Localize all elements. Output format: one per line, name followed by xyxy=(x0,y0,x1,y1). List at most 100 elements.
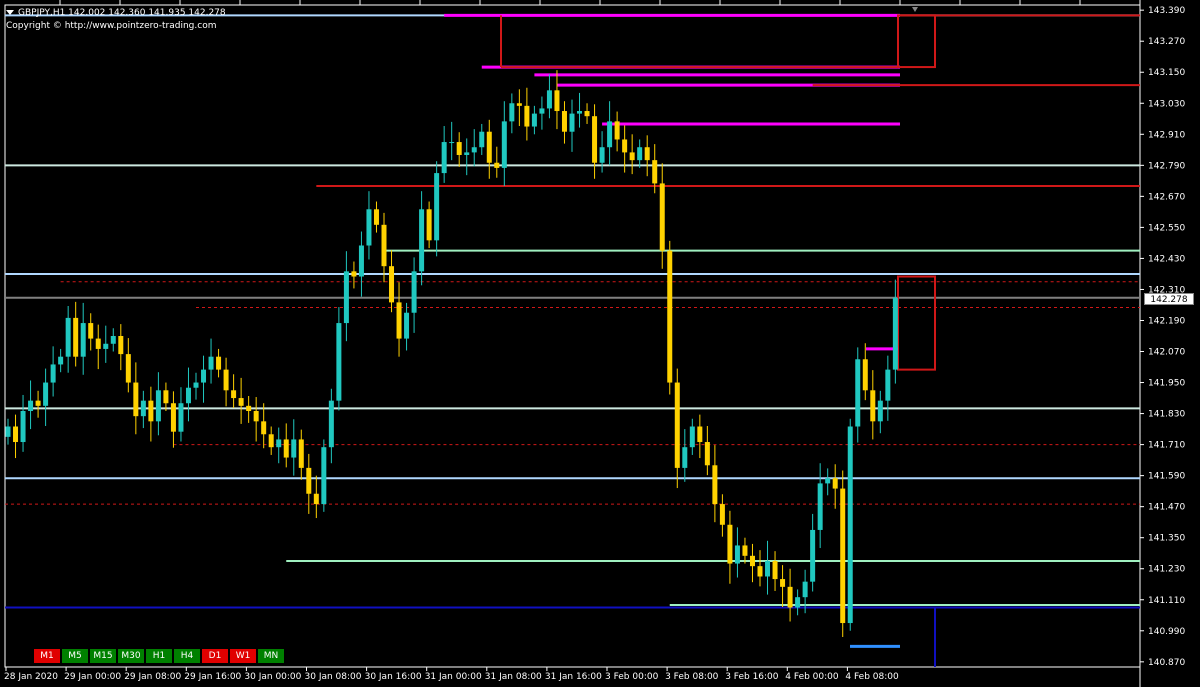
price-tick-label: 142.550 xyxy=(1148,223,1185,233)
candle-body xyxy=(185,387,191,404)
candle-body xyxy=(366,209,372,246)
candle-body xyxy=(719,504,725,525)
candle-body xyxy=(546,90,552,109)
time-axis-label: 3 Feb 16:00 xyxy=(725,672,779,682)
candle-body xyxy=(201,369,207,383)
timeframe-bar: M1 M5 M15 M30 H1 H4 D1 W1 MN xyxy=(34,649,284,663)
candle-body xyxy=(276,439,282,448)
candle-body xyxy=(531,113,537,127)
timeframe-button-h4[interactable]: H4 xyxy=(174,649,200,663)
time-axis-label: 31 Jan 00:00 xyxy=(425,672,482,682)
price-tick-label: 143.150 xyxy=(1148,68,1185,78)
candle-body xyxy=(118,336,124,355)
candle-body xyxy=(516,103,522,106)
candle-body xyxy=(652,160,658,184)
time-axis-label: 3 Feb 08:00 xyxy=(665,672,719,682)
candle-body xyxy=(795,597,801,608)
candle-body xyxy=(727,524,733,564)
candle-body xyxy=(5,426,11,437)
candle-body xyxy=(170,403,176,432)
candle-body xyxy=(847,426,853,624)
candle-body xyxy=(494,162,500,168)
timeframe-button-m1[interactable]: M1 xyxy=(34,649,60,663)
candle-body xyxy=(381,224,387,267)
candle-body xyxy=(43,382,49,406)
timeframe-button-m15[interactable]: M15 xyxy=(90,649,116,663)
candle-body xyxy=(840,488,846,624)
candle-body xyxy=(742,545,748,556)
dropdown-triangle-icon[interactable] xyxy=(6,10,14,15)
candle-body xyxy=(577,111,583,114)
candle-body xyxy=(802,581,808,598)
candle-body xyxy=(629,152,635,161)
time-axis-label: 30 Jan 00:00 xyxy=(244,672,301,682)
candle-body xyxy=(885,369,891,401)
time-axis-label: 4 Feb 08:00 xyxy=(845,672,899,682)
time-axis-label: 31 Jan 08:00 xyxy=(485,672,542,682)
time-axis-label: 30 Jan 16:00 xyxy=(365,672,422,682)
time-axis-label: 29 Jan 16:00 xyxy=(184,672,241,682)
candle-body xyxy=(313,493,319,505)
candle-body xyxy=(336,323,342,401)
timeframe-button-m5[interactable]: M5 xyxy=(62,649,88,663)
timeframe-button-d1[interactable]: D1 xyxy=(202,649,228,663)
candle-body xyxy=(659,183,665,251)
price-tick-label: 141.710 xyxy=(1148,441,1185,451)
price-tick-label: 140.990 xyxy=(1148,627,1185,637)
candle-body xyxy=(862,359,868,391)
candles-group xyxy=(5,70,898,638)
candle-body xyxy=(832,478,838,489)
candle-body xyxy=(163,390,169,404)
candle-body xyxy=(509,103,515,122)
price-tick-label: 141.590 xyxy=(1148,472,1185,482)
candle-body xyxy=(389,266,395,303)
candle-body xyxy=(486,131,492,163)
candle-body xyxy=(817,483,823,530)
candle-body xyxy=(877,400,883,422)
candle-body xyxy=(441,142,447,174)
timeframe-button-mn[interactable]: MN xyxy=(258,649,284,663)
candle-body xyxy=(35,400,41,406)
candle-body xyxy=(449,142,455,144)
candle-body xyxy=(569,113,575,132)
shift-marker-icon xyxy=(912,7,918,12)
timeframe-button-h1[interactable]: H1 xyxy=(146,649,172,663)
candle-body xyxy=(584,111,590,117)
candle-body xyxy=(689,426,695,448)
time-axis-label: 29 Jan 00:00 xyxy=(64,672,121,682)
candle-body xyxy=(749,555,755,567)
candle-body xyxy=(178,403,184,432)
candle-body xyxy=(479,131,485,148)
candle-body xyxy=(58,356,64,365)
candle-body xyxy=(148,400,154,422)
candle-body xyxy=(464,152,470,155)
candle-body xyxy=(855,359,861,427)
time-axis-label: 30 Jan 08:00 xyxy=(305,672,362,682)
candle-body xyxy=(88,323,94,339)
price-chart[interactable]: 143.390 143.270 143.150 143.030 142.910 142.7… xyxy=(0,0,1200,687)
candle-body xyxy=(208,356,214,370)
candle-body xyxy=(697,426,703,443)
time-axis-label: 31 Jan 16:00 xyxy=(545,672,602,682)
candle-body xyxy=(13,426,19,443)
candle-body xyxy=(674,382,680,468)
candle-body xyxy=(810,529,816,582)
candle-body xyxy=(140,400,146,417)
candle-body xyxy=(50,364,56,383)
candle-body xyxy=(328,400,334,448)
candle-body xyxy=(667,250,673,383)
timeframe-button-m30[interactable]: M30 xyxy=(118,649,144,663)
price-tick-label: 142.430 xyxy=(1148,254,1185,264)
timeframe-button-w1[interactable]: W1 xyxy=(230,649,256,663)
candle-body xyxy=(592,116,598,163)
candle-body xyxy=(351,271,357,277)
price-tick-label: 141.470 xyxy=(1148,503,1185,513)
candle-body xyxy=(870,390,876,422)
candle-body xyxy=(73,317,79,357)
candle-body xyxy=(772,560,778,580)
candle-body xyxy=(607,121,613,148)
chart-window[interactable]: 143.390 143.270 143.150 143.030 142.910 142.7… xyxy=(0,0,1200,687)
candle-body xyxy=(253,410,259,422)
candle-body xyxy=(216,356,222,370)
price-tick-label: 141.950 xyxy=(1148,379,1185,389)
